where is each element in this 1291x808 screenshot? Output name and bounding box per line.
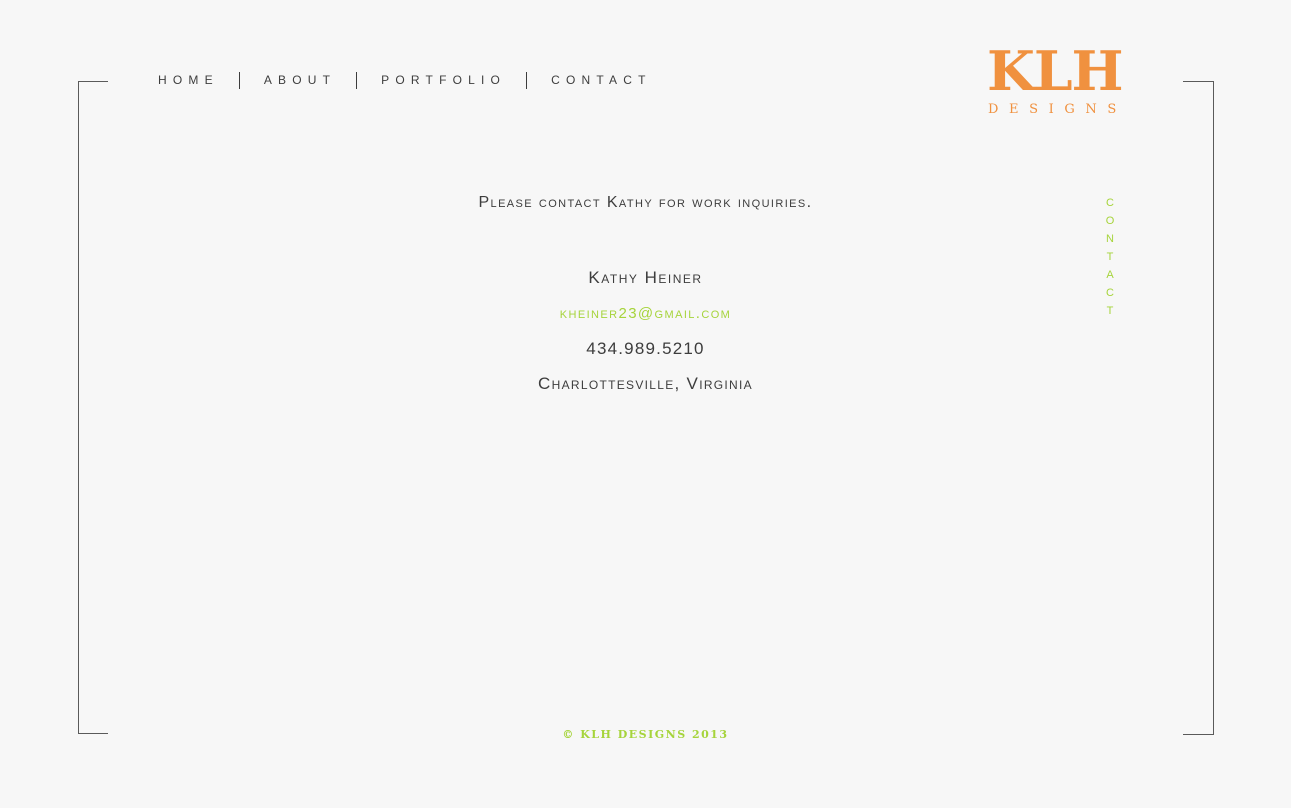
nav-home-link[interactable]: HOME	[158, 71, 219, 89]
contact-name: Kathy Heiner	[588, 268, 703, 287]
nav-contact-link[interactable]: CONTACT	[551, 71, 652, 89]
frame-right-bracket	[1183, 81, 1214, 735]
contact-phone: 434.989.5210	[586, 339, 705, 358]
klh-designs-logo[interactable]: KLH DESIGNS	[987, 43, 1127, 117]
logo-mark: KLH	[987, 39, 1124, 103]
main-nav: HOME ABOUT PORTFOLIO CONTACT	[158, 71, 652, 89]
contact-intro: Please contact Kathy for work inquiries.	[478, 194, 813, 211]
contact-location: Charlottesville, Virginia	[538, 374, 753, 393]
nav-portfolio-link[interactable]: PORTFOLIO	[381, 71, 506, 89]
logo-subtitle: DESIGNS	[988, 102, 1127, 117]
nav-divider	[356, 71, 358, 89]
nav-divider	[526, 71, 528, 89]
nav-about-link[interactable]: ABOUT	[264, 71, 336, 89]
footer-copyright: © KLH DESIGNS 2013	[562, 728, 729, 741]
frame-left-bracket	[78, 81, 108, 734]
nav-divider	[238, 71, 240, 89]
contact-email-link[interactable]: kheiner23@gmail.com	[0, 305, 1291, 322]
